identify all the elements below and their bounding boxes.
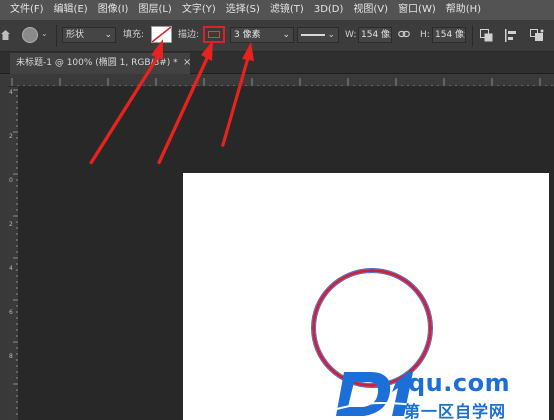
ruler-label: 4 <box>9 265 13 272</box>
shape-mode-value: 形状 <box>66 30 85 40</box>
horizontal-ruler-ticks <box>11 78 553 86</box>
menu-window[interactable]: 窗口(W) <box>393 0 441 20</box>
ruler-label: 8 <box>9 353 13 360</box>
width-label: W: <box>345 30 357 40</box>
menu-file[interactable]: 文件(F) <box>0 0 49 20</box>
watermark-domain: qu.com <box>408 369 511 397</box>
menu-help[interactable]: 帮助(H) <box>441 0 486 20</box>
stroke-line-icon <box>301 34 325 36</box>
stroke-width-select[interactable]: 3 像素 ⌄ <box>230 27 294 43</box>
no-fill-icon <box>152 27 171 42</box>
width-field[interactable]: 154 像素 <box>358 27 392 43</box>
separator <box>472 25 473 47</box>
path-arrangement-icon[interactable] <box>530 29 544 42</box>
home-icon[interactable] <box>1 30 10 40</box>
menu-select[interactable]: 选择(S) <box>221 0 265 20</box>
stroke-label: 描边: <box>178 30 200 40</box>
stroke-type-select[interactable]: ⌄ <box>297 27 339 43</box>
chevron-down-icon: ⌄ <box>104 30 112 40</box>
height-label: H: <box>420 30 430 40</box>
stroke-swatch[interactable] <box>203 26 225 43</box>
tools-panel-edge <box>0 74 8 420</box>
ruler-label: 4 <box>9 89 13 96</box>
height-field[interactable]: 154 像素 <box>432 27 466 43</box>
path-alignment-icon[interactable] <box>505 29 518 42</box>
vertical-ruler-ticks: 4 2 0 2 4 6 8 <box>9 89 18 415</box>
chevron-down-icon: ⌄ <box>327 30 335 40</box>
chevron-down-icon: ⌄ <box>282 30 290 40</box>
link-icon[interactable] <box>398 29 410 39</box>
menu-edit[interactable]: 编辑(E) <box>49 0 93 20</box>
horizontal-ruler[interactable] <box>8 74 554 87</box>
separator <box>56 25 57 47</box>
menu-view[interactable]: 视图(V) <box>348 0 393 20</box>
chevron-down-icon[interactable]: ⌄ <box>41 29 48 38</box>
menu-3d[interactable]: 3D(D) <box>309 0 349 20</box>
ruler-label: 2 <box>9 133 13 140</box>
menu-type[interactable]: 文字(Y) <box>177 0 221 20</box>
path-operations-icon[interactable] <box>480 29 493 42</box>
menu-bar: 文件(F) 编辑(E) 图像(I) 图层(L) 文字(Y) 选择(S) 滤镜(T… <box>0 0 554 20</box>
document-tab[interactable]: 未标题-1 @ 100% (椭圆 1, RGB/8#) * <box>10 53 190 74</box>
watermark-tagline: 第一区自学网 <box>404 402 507 420</box>
ruler-label: 6 <box>9 309 13 316</box>
fill-label: 填充: <box>123 30 145 40</box>
menu-image[interactable]: 图像(I) <box>93 0 134 20</box>
menu-layer[interactable]: 图层(L) <box>133 0 176 20</box>
ruler-label: 0 <box>9 177 13 184</box>
ruler-label: 2 <box>9 221 13 228</box>
options-bar: ⌄ 形状 ⌄ 填充: 描边: 3 像素 ⌄ ⌄ W: 154 像素 H: 154… <box>0 20 554 52</box>
fill-swatch[interactable] <box>151 26 172 43</box>
stroke-color-icon <box>208 31 220 38</box>
document-tab-label: 未标题-1 @ 100% (椭圆 1, RGB/8#) * <box>16 58 178 68</box>
shape-mode-select[interactable]: 形状 ⌄ <box>62 27 116 43</box>
close-icon[interactable]: × <box>183 54 191 72</box>
document-tab-bar: 未标题-1 @ 100% (椭圆 1, RGB/8#) * × <box>0 52 554 74</box>
ellipse-tool-icon[interactable] <box>22 27 38 43</box>
vertical-ruler[interactable]: 4 2 0 2 4 6 8 <box>8 87 19 420</box>
menu-filter[interactable]: 滤镜(T) <box>265 0 309 20</box>
stroke-width-value: 3 像素 <box>234 30 261 40</box>
